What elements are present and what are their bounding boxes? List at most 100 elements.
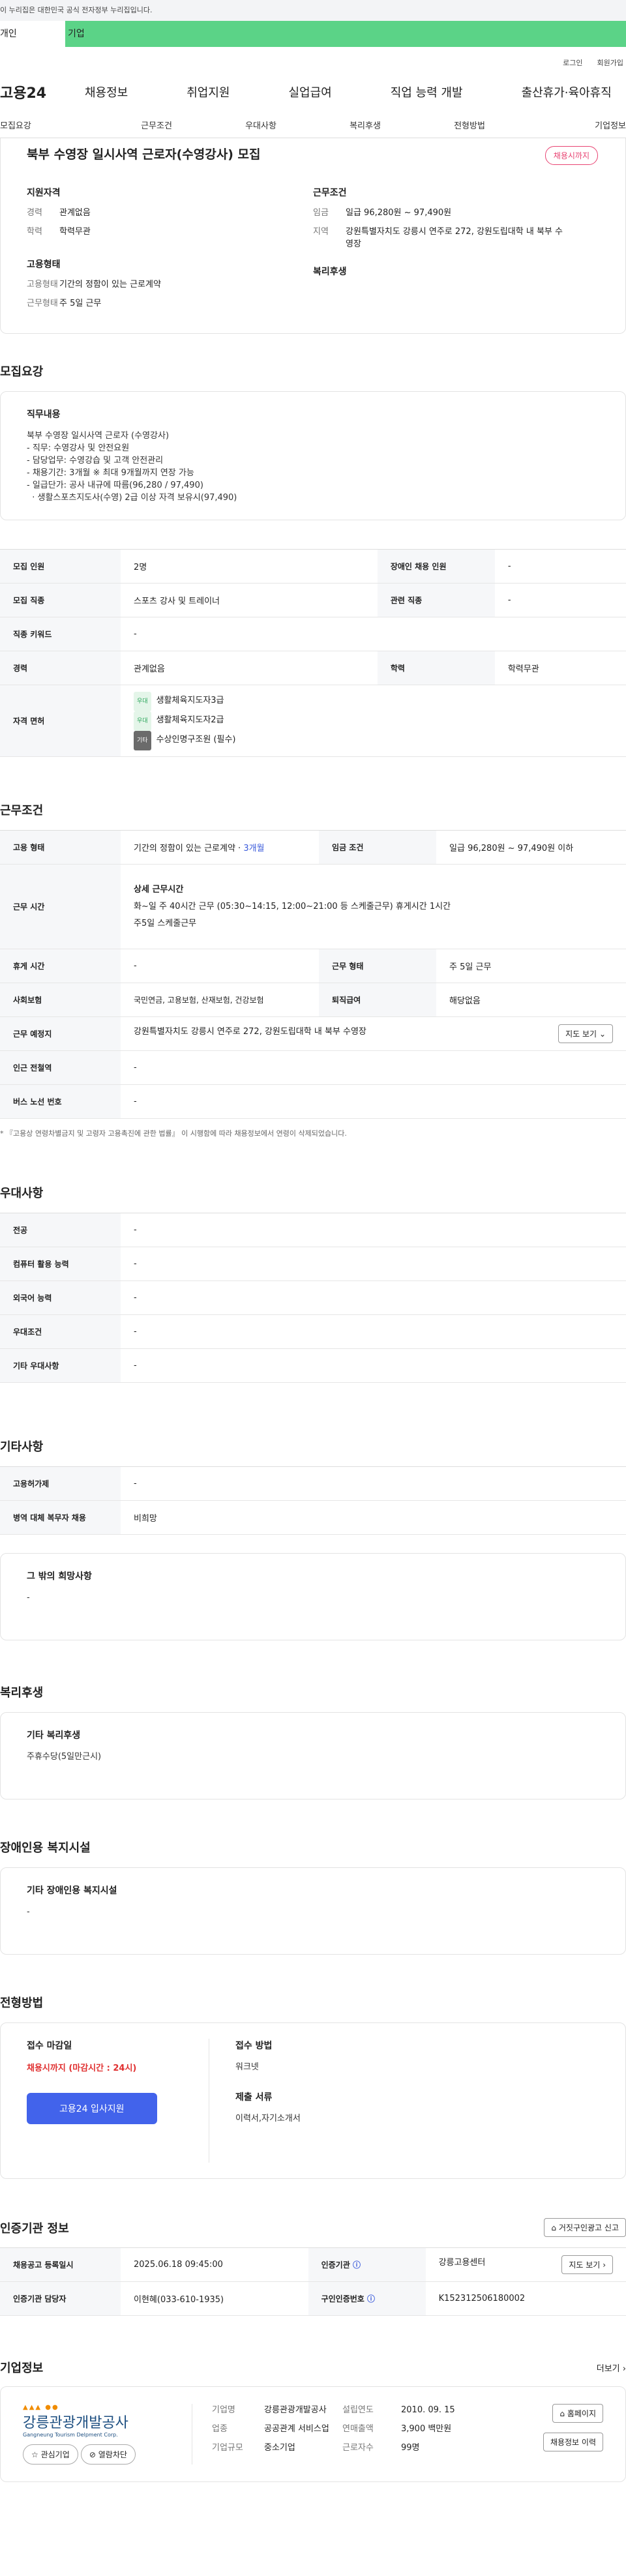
license-tag: 기타 — [134, 730, 151, 750]
tab-conditions[interactable]: 근무조건 — [104, 119, 209, 131]
method-label: 접수 방법 — [235, 2041, 273, 2051]
cond-section-title: 근무조건 — [0, 804, 44, 818]
duty-title: 직무내용 — [27, 409, 61, 420]
sales-value: 3,900 백만원 — [401, 2424, 452, 2434]
service-tabs: 개인 기업 — [0, 21, 626, 47]
pref-label: 우대조건 — [0, 1314, 121, 1349]
section-tabs: 모집요강 근무조건 우대사항 복리후생 전형방법 기업정보 — [0, 112, 626, 138]
bus-value: - — [121, 1084, 626, 1119]
hope-title: 그 밖의 희망사항 — [27, 1571, 92, 1582]
fav-button[interactable]: ☆ 관심기업 — [23, 2444, 78, 2465]
nav-benefit[interactable]: 실업급여 — [289, 83, 332, 100]
welfare-section-title: 복리후생 — [0, 1686, 44, 1700]
emp-period: 3개월 — [243, 844, 265, 853]
report-button[interactable]: ⌂ 거짓구인광고 신고 — [544, 2218, 626, 2237]
deadline-label: 접수 마감일 — [27, 2041, 72, 2051]
size-value: 중소기업 — [264, 2443, 295, 2453]
est-value: 2010. 09. 15 — [401, 2405, 455, 2415]
pref-value: - — [121, 1314, 626, 1349]
chevron-right-icon: › — [603, 2260, 606, 2270]
duty-line: - 담당업무: 수영강습 및 고객 안전관리 — [27, 456, 164, 466]
history-button[interactable]: 채용정보 이력 — [543, 2433, 603, 2451]
military-value: 비희망 — [121, 1500, 626, 1535]
wage-label: 임금 조건 — [319, 830, 437, 865]
cond-title: 근무조건 — [313, 188, 347, 198]
form-value: 주 5일 근무 — [436, 949, 626, 983]
welfare-value: 주휴수당(5일만근시) — [27, 1752, 102, 1762]
more-link[interactable]: 더보기 › — [597, 2361, 626, 2374]
count-label: 모집 인원 — [0, 549, 121, 584]
utility-links: 로그인 회원가입 — [0, 57, 626, 72]
military-label: 병역 대체 복무자 채용 — [0, 1500, 121, 1535]
pref-value: - — [121, 1348, 626, 1383]
emp-value: 기간의 정함이 있는 근로계약 · 3개월 — [121, 830, 320, 865]
duty-line: · 생활스포츠지도사(수영) 2급 이상 자격 보유시(97,490) — [27, 493, 237, 503]
tab-process[interactable]: 전형방법 — [417, 119, 522, 131]
global-nav: 고용24 채용정보 취업지원 실업급여 직업 능력 개발 출산휴가·육아휴직 — [0, 72, 626, 112]
chevron-down-icon: ⌄ — [599, 1029, 606, 1039]
staff-value: 이현혜(033-610-1935) — [121, 2281, 308, 2316]
permit-value: - — [121, 1466, 626, 1501]
login-link[interactable]: 로그인 — [563, 57, 582, 72]
apply-button[interactable]: 고용24 입사지원 — [27, 2093, 157, 2124]
license-list: 우대 생활체육지도자3급 우대 생활체육지도자2급 기타 수상인명구조원 (필수) — [121, 685, 626, 757]
tab-business[interactable]: 기업 — [65, 21, 626, 47]
est-label: 설립연도 — [342, 2405, 374, 2415]
docs-label: 제출 서류 — [235, 2092, 273, 2103]
insurance-value: 국민연금, 고용보험, 산재보험, 건강보험 — [121, 983, 320, 1017]
process-section-title: 전형방법 — [0, 1996, 44, 2010]
rest-value: - — [121, 949, 320, 983]
emptype-value: 기간의 정함이 있는 근로계약 — [59, 280, 161, 289]
subway-value: - — [121, 1050, 626, 1085]
info-icon[interactable]: ⓘ — [367, 2294, 375, 2303]
count-value: 2명 — [121, 549, 378, 584]
tab-welfare[interactable]: 복리후생 — [313, 119, 417, 131]
edu-label: 학력 — [27, 227, 42, 237]
nav-training[interactable]: 직업 능력 개발 — [391, 83, 463, 100]
homepage-button[interactable]: ⌂ 홈페이지 — [552, 2404, 603, 2423]
job-label: 모집 직종 — [0, 583, 121, 617]
place-label: 근무 예정지 — [0, 1016, 121, 1051]
docs-value: 이력서,자기소개서 — [235, 2114, 301, 2124]
map-button[interactable]: 지도 보기 ⌄ — [558, 1024, 613, 1043]
wage-value: 일급 96,280원 ~ 97,490원 — [346, 208, 452, 218]
staff-label: 인증기관 담당자 — [0, 2281, 121, 2316]
emp-type: 기간의 정함이 있는 근로계약 · — [134, 844, 244, 853]
info-icon[interactable]: ⓘ — [353, 2260, 361, 2270]
keyword-label: 직종 키워드 — [0, 617, 121, 651]
tab-preference[interactable]: 우대사항 — [209, 119, 313, 131]
block-label: 열람차단 — [98, 2450, 127, 2459]
wage-label: 임금 — [313, 208, 329, 218]
agency-section-title: 인증기관 정보 — [0, 2221, 69, 2236]
reg-value: 2025.06.18 09:45:00 — [121, 2247, 308, 2282]
nav-jobs[interactable]: 채용정보 — [85, 83, 128, 100]
place-text: 강원특별자치도 강릉시 연주로 272, 강원도립대학 내 북부 수영장 — [134, 1027, 366, 1037]
org-map-button[interactable]: 지도 보기 › — [561, 2255, 613, 2274]
block-button[interactable]: ⊘ 열람차단 — [80, 2444, 136, 2465]
org-label-text: 인증기관 — [321, 2260, 350, 2270]
process-box: 접수 마감일 채용시까지 (마감시간 : 24시) 고용24 입사지원 접수 방… — [0, 2022, 626, 2179]
etc-section-title: 기타사항 — [0, 1440, 44, 1454]
license-tag: 우대 — [134, 711, 151, 731]
edu-value: 학력무관 — [494, 651, 626, 685]
industry-value: 공공관계 서비스업 — [264, 2424, 329, 2434]
subway-label: 인근 전철역 — [0, 1050, 121, 1085]
company-card: ▲▲▲ ●● 강릉관광개발공사 Gangneung Tourism Delpme… — [0, 2386, 626, 2482]
worktime-line: 화~일 주 40시간 근무 (05:30~14:15, 12:00~21:00 … — [134, 901, 451, 911]
site-logo[interactable]: 고용24 — [0, 81, 85, 102]
tab-personal[interactable]: 개인 — [0, 21, 65, 47]
hope-value: - — [27, 1593, 30, 1603]
disab-value: - — [27, 1907, 30, 1917]
duty-box: 직무내용 북부 수영장 일시사역 근로자 (수영강사) - 직무: 수영강사 및… — [0, 391, 626, 520]
signup-link[interactable]: 회원가입 — [597, 57, 623, 72]
license-name: 생활체육지도자3급 — [156, 695, 224, 705]
tab-recruit[interactable]: 모집요강 — [0, 119, 104, 131]
related-label: 관련 직종 — [377, 583, 495, 617]
block-icon: ⊘ — [89, 2450, 98, 2459]
license-tag: 우대 — [134, 691, 151, 711]
recruit-table: 모집 인원 2명 장애인 채용 인원 - 모집 직종 스포츠 강사 및 트레이너 관련 직… — [0, 549, 626, 757]
report-button-label: 거짓구인광고 신고 — [558, 2223, 619, 2232]
nav-leave[interactable]: 출산휴가·육아휴직 — [522, 83, 612, 100]
nav-support[interactable]: 취업지원 — [186, 83, 230, 100]
tab-company[interactable]: 기업정보 — [522, 119, 626, 131]
